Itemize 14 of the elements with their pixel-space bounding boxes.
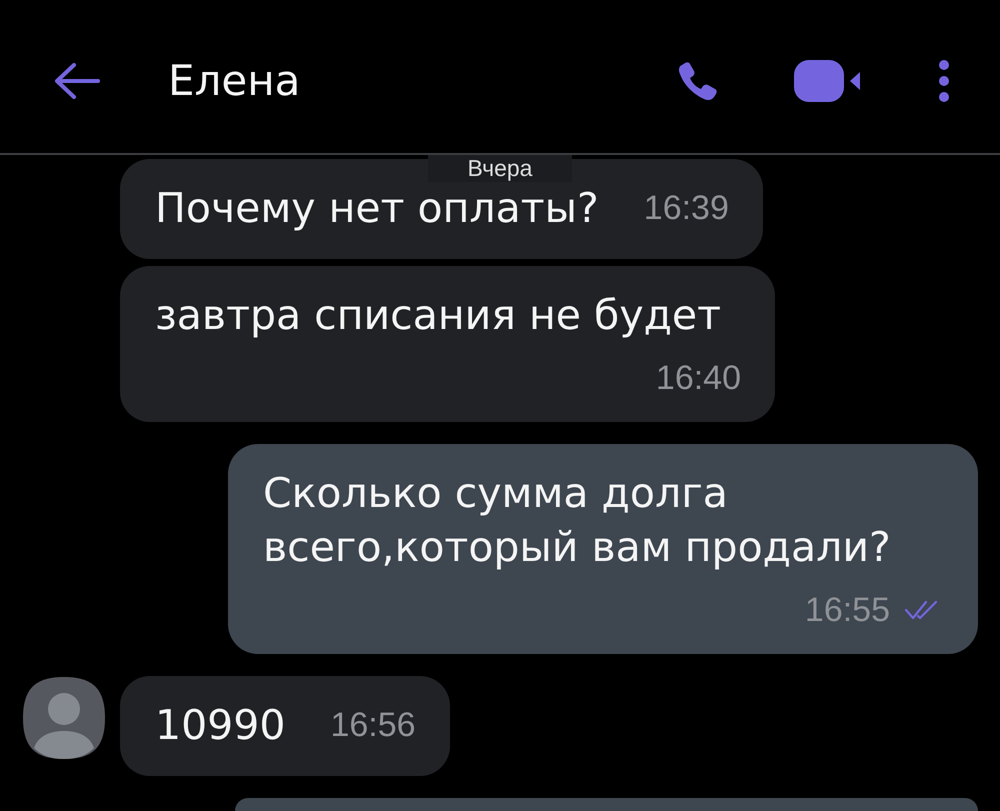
date-label: Вчера bbox=[428, 155, 572, 182]
message-text: Сколько сумма долга всего,который вам продали? bbox=[263, 468, 892, 573]
contact-name: Елена bbox=[168, 56, 300, 105]
more-vertical-icon bbox=[936, 58, 952, 102]
message-time: 16:55 bbox=[804, 590, 890, 630]
phone-icon bbox=[676, 60, 718, 102]
message-time: 16:39 bbox=[644, 188, 729, 228]
video-camera-icon bbox=[794, 58, 860, 102]
message-text: Почему нет оплаты? bbox=[155, 183, 599, 234]
message-time: 16:40 bbox=[656, 358, 741, 398]
arrow-left-icon bbox=[54, 62, 100, 98]
message-text: 10990 bbox=[155, 700, 286, 751]
message-text: завтра списания не будет bbox=[155, 290, 722, 341]
message-time: 16:56 bbox=[330, 705, 416, 745]
